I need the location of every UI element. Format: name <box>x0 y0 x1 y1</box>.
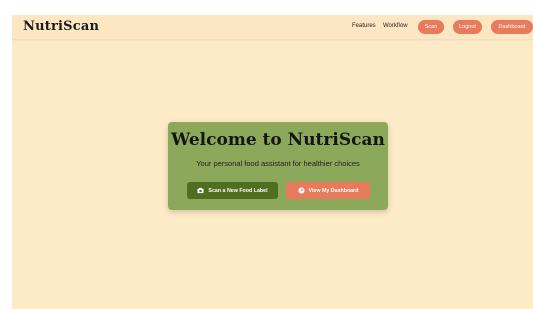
scan-food-label-text: Scan a New Food Label <box>208 187 268 194</box>
dashboard-button[interactable]: Dashboard <box>491 20 533 34</box>
welcome-card: Welcome to NutriScan Your personal food … <box>168 122 388 210</box>
logout-button[interactable]: Logout <box>453 20 482 34</box>
nav-link-workflow[interactable]: Workflow <box>383 23 408 29</box>
camera-icon <box>197 187 204 194</box>
scan-button[interactable]: Scan <box>418 20 444 34</box>
page: NutriScan Features Workflow Scan Logout … <box>12 15 533 309</box>
gauge-icon <box>297 187 305 194</box>
page-subtitle: Your personal food assistant for healthi… <box>196 159 360 168</box>
scan-food-label-button[interactable]: Scan a New Food Label <box>187 182 278 199</box>
view-dashboard-button[interactable]: View My Dashboard <box>286 182 370 199</box>
view-dashboard-text: View My Dashboard <box>308 187 359 194</box>
page-title: Welcome to NutriScan <box>171 130 385 150</box>
brand-logo[interactable]: NutriScan <box>23 19 99 34</box>
nav-link-features[interactable]: Features <box>352 23 376 29</box>
navbar: NutriScan Features Workflow Scan Logout … <box>12 15 533 39</box>
